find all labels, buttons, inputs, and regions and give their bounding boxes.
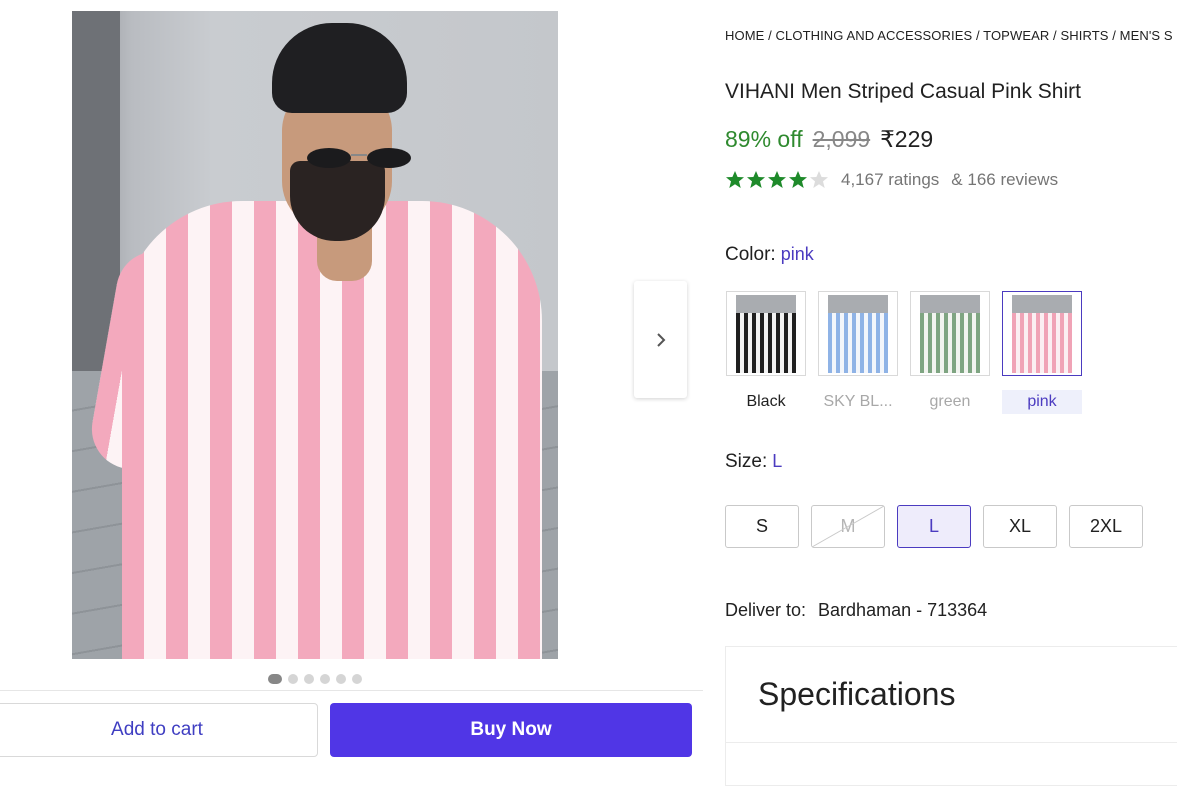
carousel-dot[interactable]	[336, 674, 346, 684]
size-option-label: XL	[1008, 516, 1032, 536]
color-swatch[interactable]: Black	[725, 291, 807, 414]
original-price: 2,099	[812, 126, 871, 152]
color-label: Color:	[725, 244, 776, 265]
size-option-m[interactable]: M	[811, 505, 885, 548]
deliver-label: Deliver to:	[725, 600, 807, 620]
star-icon	[810, 171, 828, 188]
image-carousel-dots	[268, 674, 362, 684]
color-swatch-thumbnail[interactable]	[910, 291, 990, 376]
sunglasses	[307, 148, 411, 168]
color-swatch-label: SKY BL...	[823, 393, 893, 410]
color-swatch-thumbnail[interactable]	[1002, 291, 1082, 376]
star-icon	[789, 171, 807, 188]
ratings-count[interactable]: 4,167 ratings	[841, 170, 939, 190]
discount-percent: 89% off	[725, 126, 803, 152]
swatch-model-image	[828, 294, 888, 373]
rating-row: 4,167 ratings & 166 reviews	[725, 170, 1058, 190]
rating-stars	[725, 170, 829, 190]
chevron-right-icon	[656, 332, 665, 347]
size-label-row: Size: L	[725, 451, 782, 473]
size-options: S M L XL 2XL	[725, 505, 1143, 548]
size-option-xl[interactable]: XL	[983, 505, 1057, 548]
selling-price: ₹229	[880, 126, 934, 152]
color-label-row: Color: pink	[725, 244, 814, 266]
carousel-dot[interactable]	[304, 674, 314, 684]
color-swatch[interactable]: pink	[1001, 291, 1083, 414]
star-icon	[747, 171, 765, 188]
carousel-dot[interactable]	[352, 674, 362, 684]
add-to-cart-button[interactable]: Add to cart	[0, 703, 318, 757]
size-option-l[interactable]: L	[897, 505, 971, 548]
size-label: Size:	[725, 451, 768, 472]
swatch-model-image	[920, 294, 980, 373]
size-option-label: S	[755, 516, 768, 536]
next-image-button[interactable]	[634, 281, 687, 398]
delivery-location[interactable]: Bardhaman - 713364	[818, 600, 987, 621]
star-icon	[726, 171, 744, 188]
buy-now-button[interactable]: Buy Now	[330, 703, 692, 757]
color-swatch[interactable]: SKY BL...	[817, 291, 899, 414]
color-swatch-label: green	[929, 393, 971, 410]
size-option-2xl[interactable]: 2XL	[1069, 505, 1143, 548]
delivery-row[interactable]: Deliver to: Bardhaman - 713364	[725, 600, 987, 621]
carousel-dot[interactable]	[268, 674, 282, 684]
star-icon	[768, 171, 786, 188]
carousel-dot[interactable]	[288, 674, 298, 684]
color-swatch-thumbnail[interactable]	[726, 291, 806, 376]
color-swatch-label: Black	[746, 393, 786, 410]
color-swatches: Black SKY BL... green pink	[725, 291, 1083, 414]
size-option-label: L	[928, 516, 939, 536]
color-swatch[interactable]: green	[909, 291, 991, 414]
swatch-model-image	[736, 294, 796, 373]
carousel-dot[interactable]	[320, 674, 330, 684]
divider	[725, 742, 1177, 743]
size-option-s[interactable]: S	[725, 505, 799, 548]
price-row: 89% off 2,099 ₹229	[725, 126, 933, 153]
unavailable-strike	[812, 506, 884, 547]
color-swatch-label: pink	[1002, 390, 1082, 414]
reviews-count[interactable]: & 166 reviews	[951, 170, 1058, 190]
color-swatch-thumbnail[interactable]	[818, 291, 898, 376]
size-option-label: 2XL	[1089, 516, 1123, 536]
product-main-image[interactable]	[72, 11, 558, 659]
breadcrumb[interactable]: HOME / CLOTHING AND ACCESSORIES / TOPWEA…	[725, 28, 1177, 43]
selected-size: L	[772, 451, 783, 471]
selected-color: pink	[780, 244, 814, 264]
model-hair	[272, 23, 407, 113]
specifications-section	[725, 646, 1177, 786]
specifications-title[interactable]: Specifications	[758, 676, 955, 713]
swatch-model-image	[1012, 294, 1072, 373]
product-title: VIHANI Men Striped Casual Pink Shirt	[725, 80, 1081, 103]
